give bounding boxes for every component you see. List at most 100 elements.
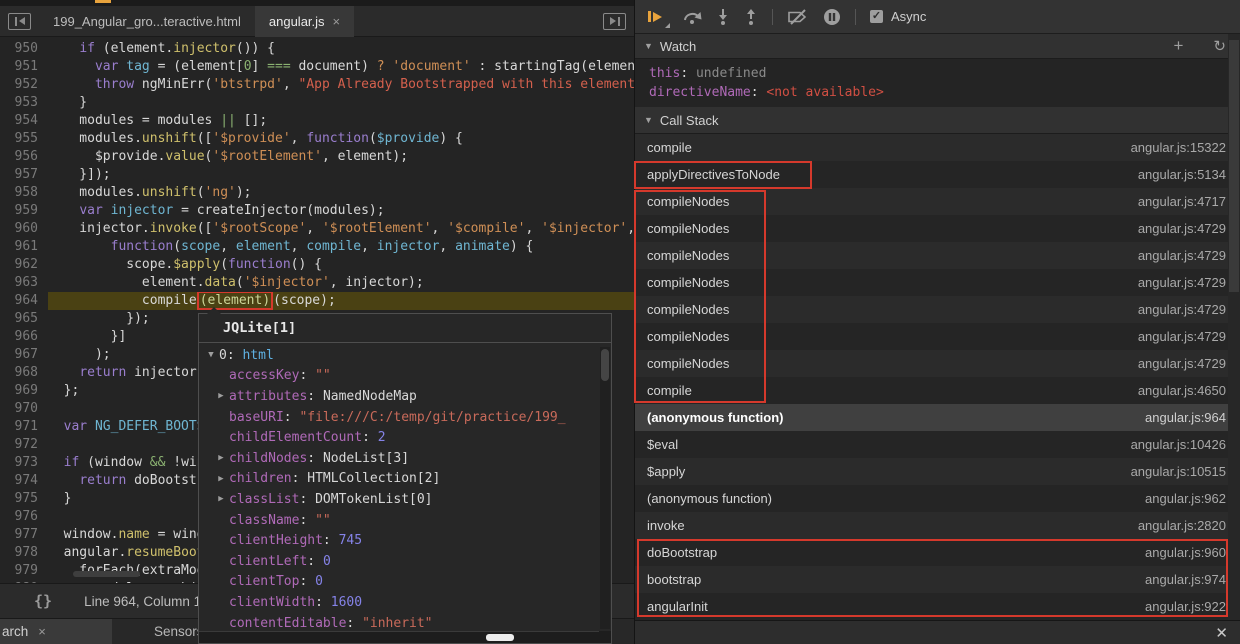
popup-property-row[interactable]: className: "" [199,510,597,531]
step-into-button[interactable] [716,8,730,25]
editor-horizontal-scrollbar[interactable] [73,571,140,577]
line-number[interactable]: 958 [0,184,48,202]
frame-location[interactable]: angular.js:962 [1145,491,1226,506]
line-number[interactable]: 957 [0,166,48,184]
call-stack-section-header[interactable]: ▼ Call Stack [635,107,1240,134]
frame-location[interactable]: angular.js:964 [1145,410,1226,425]
frame-location[interactable]: angular.js:4729 [1138,356,1226,371]
call-stack-frame[interactable]: compileNodes angular.js:4729 [635,242,1240,269]
call-stack-frame[interactable]: (anonymous function) angular.js:962 [635,485,1240,512]
popup-vertical-scrollbar-thumb[interactable] [601,349,609,381]
tab-close-icon[interactable]: × [333,6,341,37]
drawer-tab-search-close-icon[interactable]: × [38,624,46,639]
line-number[interactable]: 965 [0,310,48,328]
popup-property-row[interactable]: baseURI: "file:///C:/temp/git/practice/1… [199,407,597,428]
call-stack-frame[interactable]: compileNodes angular.js:4729 [635,296,1240,323]
popup-property-row[interactable]: clientWidth: 1600 [199,592,597,613]
line-number[interactable]: 979 [0,562,48,580]
code-line[interactable]: 963 element.data('$injector', injector); [0,274,634,292]
call-stack-frame[interactable]: compile angular.js:15322 [635,134,1240,161]
drawer-tab-search[interactable]: arch × [0,619,112,644]
step-over-button[interactable] [682,9,702,24]
call-stack-frame[interactable]: bootstrap angular.js:974 [635,566,1240,593]
popup-property-row[interactable]: clientTop: 0 [199,572,597,593]
frame-location[interactable]: angular.js:4729 [1138,248,1226,263]
collapse-navigator-icon[interactable] [8,12,31,30]
code-line[interactable]: 955 modules.unshift(['$provide', functio… [0,130,634,148]
pretty-print-button[interactable]: {} [34,592,52,610]
line-number[interactable]: 967 [0,346,48,364]
line-number[interactable]: 963 [0,274,48,292]
popup-property-row[interactable]: ▶ classList: DOMTokenList[0] [199,489,597,510]
frame-location[interactable]: angular.js:974 [1145,572,1226,587]
line-number[interactable]: 960 [0,220,48,238]
deactivate-breakpoints-button[interactable] [787,8,809,25]
line-number[interactable]: 953 [0,94,48,112]
frame-location[interactable]: angular.js:4729 [1138,302,1226,317]
watch-expression-row[interactable]: directiveName: <not available> [635,83,1240,102]
popup-property-row[interactable]: ▼ 0: html [199,345,597,366]
line-number[interactable]: 956 [0,148,48,166]
resume-script-button[interactable] [648,9,670,28]
frame-location[interactable]: angular.js:2820 [1138,518,1226,533]
line-number[interactable]: 962 [0,256,48,274]
popup-property-row[interactable]: accessKey: "" [199,366,597,387]
line-number[interactable]: 966 [0,328,48,346]
call-stack-frame[interactable]: compileNodes angular.js:4729 [635,215,1240,242]
sidebar-scrollbar[interactable] [1228,34,1240,620]
line-number[interactable]: 955 [0,130,48,148]
code-line[interactable]: 954 modules = modules || []; [0,112,634,130]
popup-property-row[interactable]: contentEditable: "inherit" [199,613,597,631]
watch-expression-row[interactable]: this: undefined [635,64,1240,83]
code-line[interactable]: 953 } [0,94,634,112]
frame-location[interactable]: angular.js:10426 [1131,437,1226,452]
call-stack-frame[interactable]: invoke angular.js:2820 [635,512,1240,539]
call-stack-frame[interactable]: doBootstrap angular.js:960 [635,539,1240,566]
line-number[interactable]: 954 [0,112,48,130]
call-stack-frame[interactable]: compileNodes angular.js:4729 [635,350,1240,377]
call-stack-frame-current[interactable]: (anonymous function) angular.js:964 [635,404,1240,431]
close-drawer-icon[interactable]: ✕ [1215,624,1228,642]
line-number[interactable]: 978 [0,544,48,562]
frame-location[interactable]: angular.js:4650 [1138,383,1226,398]
code-line[interactable]: 952 throw ngMinErr('btstrpd', "App Alrea… [0,76,634,94]
line-number[interactable]: 961 [0,238,48,256]
line-number[interactable]: 959 [0,202,48,220]
line-number[interactable]: 970 [0,400,48,418]
refresh-watch-button[interactable]: ↻ [1213,37,1226,55]
call-stack-frame[interactable]: $apply angular.js:10515 [635,458,1240,485]
line-number[interactable]: 977 [0,526,48,544]
line-number[interactable]: 964 [0,292,48,310]
frame-location[interactable]: angular.js:4717 [1138,194,1226,209]
line-number[interactable]: 951 [0,58,48,76]
call-stack-frame[interactable]: compileNodes angular.js:4717 [635,188,1240,215]
call-stack-frame[interactable]: angularInit angular.js:922 [635,593,1240,620]
sidebar-scrollbar-thumb[interactable] [1229,40,1239,292]
frame-location[interactable]: angular.js:922 [1145,599,1226,614]
tab-angular-js[interactable]: angular.js × [254,5,355,37]
code-line[interactable]: 956 $provide.value('$rootElement', eleme… [0,148,634,166]
line-number[interactable]: 973 [0,454,48,472]
popup-horizontal-scrollbar-thumb[interactable] [486,634,514,641]
line-number[interactable]: 974 [0,472,48,490]
code-line[interactable]: 960 injector.invoke(['$rootScope', '$roo… [0,220,634,238]
frame-location[interactable]: angular.js:4729 [1138,275,1226,290]
call-stack-frame[interactable]: compileNodes angular.js:4729 [635,323,1240,350]
line-number[interactable]: 950 [0,40,48,58]
call-stack-frame[interactable]: applyDirectivesToNode angular.js:5134 [635,161,1240,188]
frame-location[interactable]: angular.js:4729 [1138,221,1226,236]
popup-property-row[interactable]: ▶ attributes: NamedNodeMap [199,386,597,407]
call-stack-frame[interactable]: compileNodes angular.js:4729 [635,269,1240,296]
expander-icon[interactable]: ▶ [213,474,229,484]
frame-location[interactable]: angular.js:960 [1145,545,1226,560]
pause-on-exceptions-button[interactable] [823,8,841,26]
frame-location[interactable]: angular.js:10515 [1131,464,1226,479]
popup-vertical-scrollbar[interactable] [600,347,610,629]
line-number[interactable]: 976 [0,508,48,526]
popup-property-row[interactable]: childElementCount: 2 [199,427,597,448]
code-line[interactable]: 962 scope.$apply(function() { [0,256,634,274]
expander-icon[interactable]: ▼ [203,350,219,360]
line-number[interactable]: 971 [0,418,48,436]
code-line[interactable]: 957 }]); [0,166,634,184]
async-checkbox[interactable]: ✓ [870,10,883,23]
